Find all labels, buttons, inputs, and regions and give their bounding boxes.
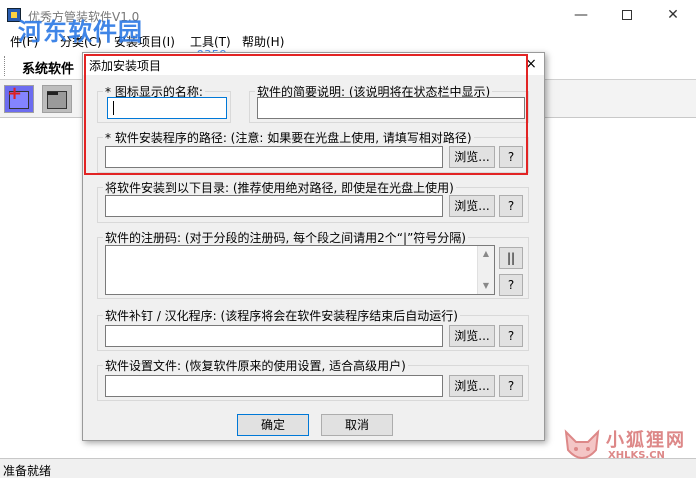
install-dir-help-button[interactable]: ? <box>499 195 523 217</box>
reg-code-textarea[interactable]: ▲ ▼ <box>105 245 495 295</box>
category-label[interactable]: 系统软件 <box>22 58 74 77</box>
fox-icon <box>564 429 600 459</box>
settings-input[interactable] <box>105 375 443 397</box>
dialog-title: 添加安装项目 <box>89 59 162 73</box>
add-install-item-dialog: 添加安装项目 × * 图标显示的名称: 软件的简要说明: (该说明将在状态栏中显… <box>82 52 545 441</box>
installer-path-label: * 软件安装程序的路径: (注意: 如果要在光盘上使用, 请填写相对路径) <box>103 129 474 146</box>
dialog-close-button[interactable]: × <box>521 55 541 73</box>
install-dir-input[interactable] <box>105 195 443 217</box>
maximize-icon <box>622 10 632 20</box>
minimize-button[interactable]: — <box>558 0 604 30</box>
patch-label: 软件补钉 / 汉化程序: (该程序将会在软件安装程序结束后自动运行) <box>103 307 460 324</box>
dialog-title-bar: 添加安装项目 × <box>83 53 544 75</box>
menu-help[interactable]: 帮助(H) <box>242 33 284 50</box>
scroll-up-icon[interactable]: ▲ <box>478 246 494 262</box>
close-button[interactable]: ✕ <box>650 0 696 30</box>
icon-name-input[interactable] <box>107 97 227 119</box>
logo-url: XHLKS.CN <box>608 450 665 461</box>
status-text: 准备就绪 <box>3 464 52 478</box>
installer-path-browse-button[interactable]: 浏览... <box>449 146 495 168</box>
settings-help-button[interactable]: ? <box>499 375 523 397</box>
settings-label: 软件设置文件: (恢复软件原来的使用设置, 适合高级用户) <box>103 357 408 374</box>
site-logo-watermark: 小狐狸网 XHLKS.CN <box>560 420 696 472</box>
patch-help-button[interactable]: ? <box>499 325 523 347</box>
plus-icon: + <box>7 83 23 104</box>
watermark-brand: 河东软件园 <box>18 18 143 46</box>
reg-code-label: 软件的注册码: (对于分段的注册码, 每个段之间请用2个“|”符号分隔) <box>103 229 468 246</box>
remove-item-button[interactable] <box>42 85 72 113</box>
settings-browse-button[interactable]: 浏览... <box>449 375 495 397</box>
scroll-down-icon[interactable]: ▼ <box>478 278 494 294</box>
install-dir-label: 将软件安装到以下目录: (推荐使用绝对路径, 即使是在光盘上使用) <box>103 179 456 196</box>
reg-code-scrollbar[interactable]: ▲ ▼ <box>477 246 494 294</box>
installer-path-input[interactable] <box>105 146 443 168</box>
add-item-button[interactable]: + <box>4 83 34 113</box>
reg-code-help-button[interactable]: ? <box>499 274 523 296</box>
maximize-button[interactable] <box>604 0 650 30</box>
minus-icon <box>47 92 58 95</box>
install-dir-browse-button[interactable]: 浏览... <box>449 195 495 217</box>
patch-input[interactable] <box>105 325 443 347</box>
cancel-button[interactable]: 取消 <box>321 414 393 436</box>
patch-browse-button[interactable]: 浏览... <box>449 325 495 347</box>
logo-text: 小狐狸网 <box>606 430 686 451</box>
toolbar-grip[interactable] <box>4 56 8 76</box>
ok-button[interactable]: 确定 <box>237 414 309 436</box>
text-caret <box>113 101 114 115</box>
reg-code-separator-button[interactable]: || <box>499 247 523 269</box>
description-input[interactable] <box>257 97 525 119</box>
installer-path-help-button[interactable]: ? <box>499 146 523 168</box>
